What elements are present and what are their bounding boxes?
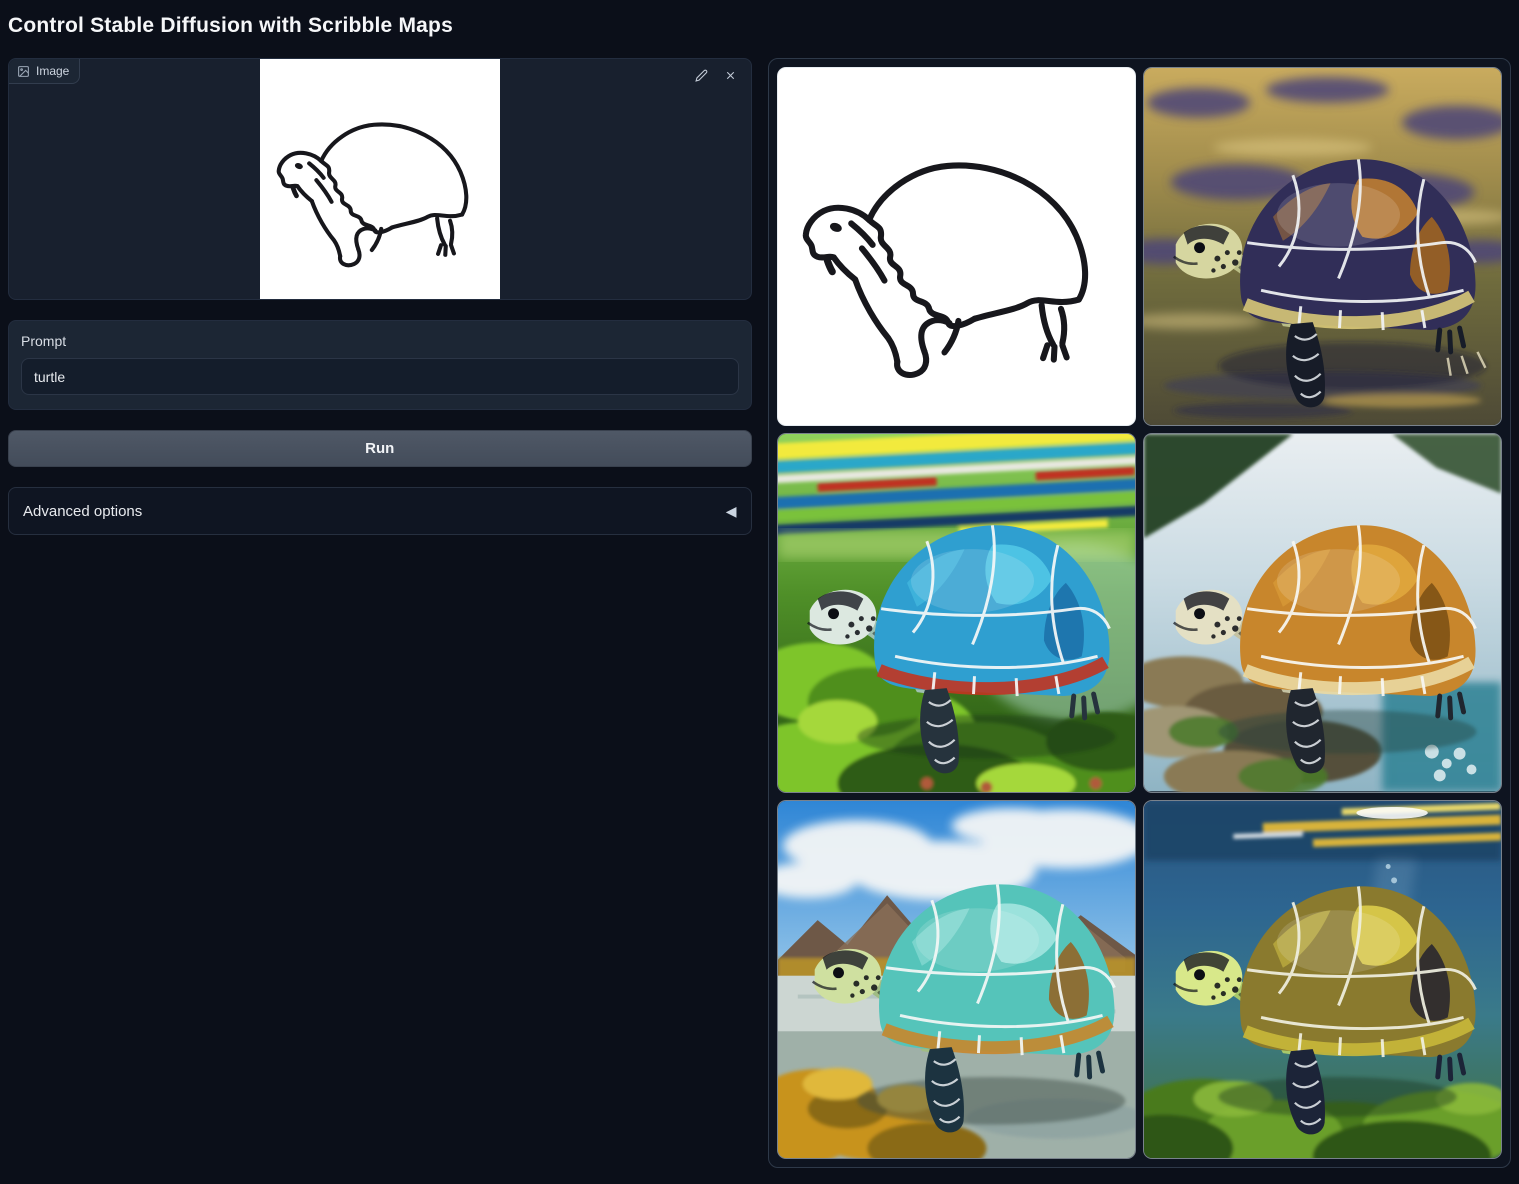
main-layout: Image Prompt Run [8, 58, 1511, 1168]
image-label-chip: Image [9, 59, 80, 84]
gallery [768, 58, 1512, 1168]
caret-left-icon: ◀ [726, 504, 737, 518]
prompt-panel: Prompt [8, 320, 752, 410]
gallery-item-result-4[interactable] [777, 800, 1136, 1159]
gallery-item-scribble[interactable] [777, 67, 1136, 426]
sketch-canvas[interactable] [260, 59, 500, 299]
prompt-label: Prompt [21, 333, 739, 349]
controls-column: Image Prompt Run [8, 58, 752, 535]
close-icon [724, 69, 737, 82]
advanced-options-label: Advanced options [23, 503, 142, 520]
page-title: Control Stable Diffusion with Scribble M… [8, 14, 1511, 38]
image-input-panel: Image [8, 58, 752, 300]
gallery-item-result-3[interactable] [1143, 433, 1502, 792]
gallery-item-result-2[interactable] [777, 433, 1136, 792]
run-button[interactable]: Run [8, 430, 752, 467]
gallery-item-result-1[interactable] [1143, 67, 1502, 426]
image-icon [17, 65, 30, 78]
prompt-input[interactable] [21, 358, 739, 395]
edit-image-button[interactable] [693, 67, 710, 84]
clear-image-button[interactable] [722, 67, 739, 84]
image-label: Image [36, 64, 69, 78]
gallery-item-result-5[interactable] [1143, 800, 1502, 1159]
pencil-icon [695, 69, 708, 82]
advanced-options-accordion[interactable]: Advanced options ◀ [8, 487, 752, 535]
